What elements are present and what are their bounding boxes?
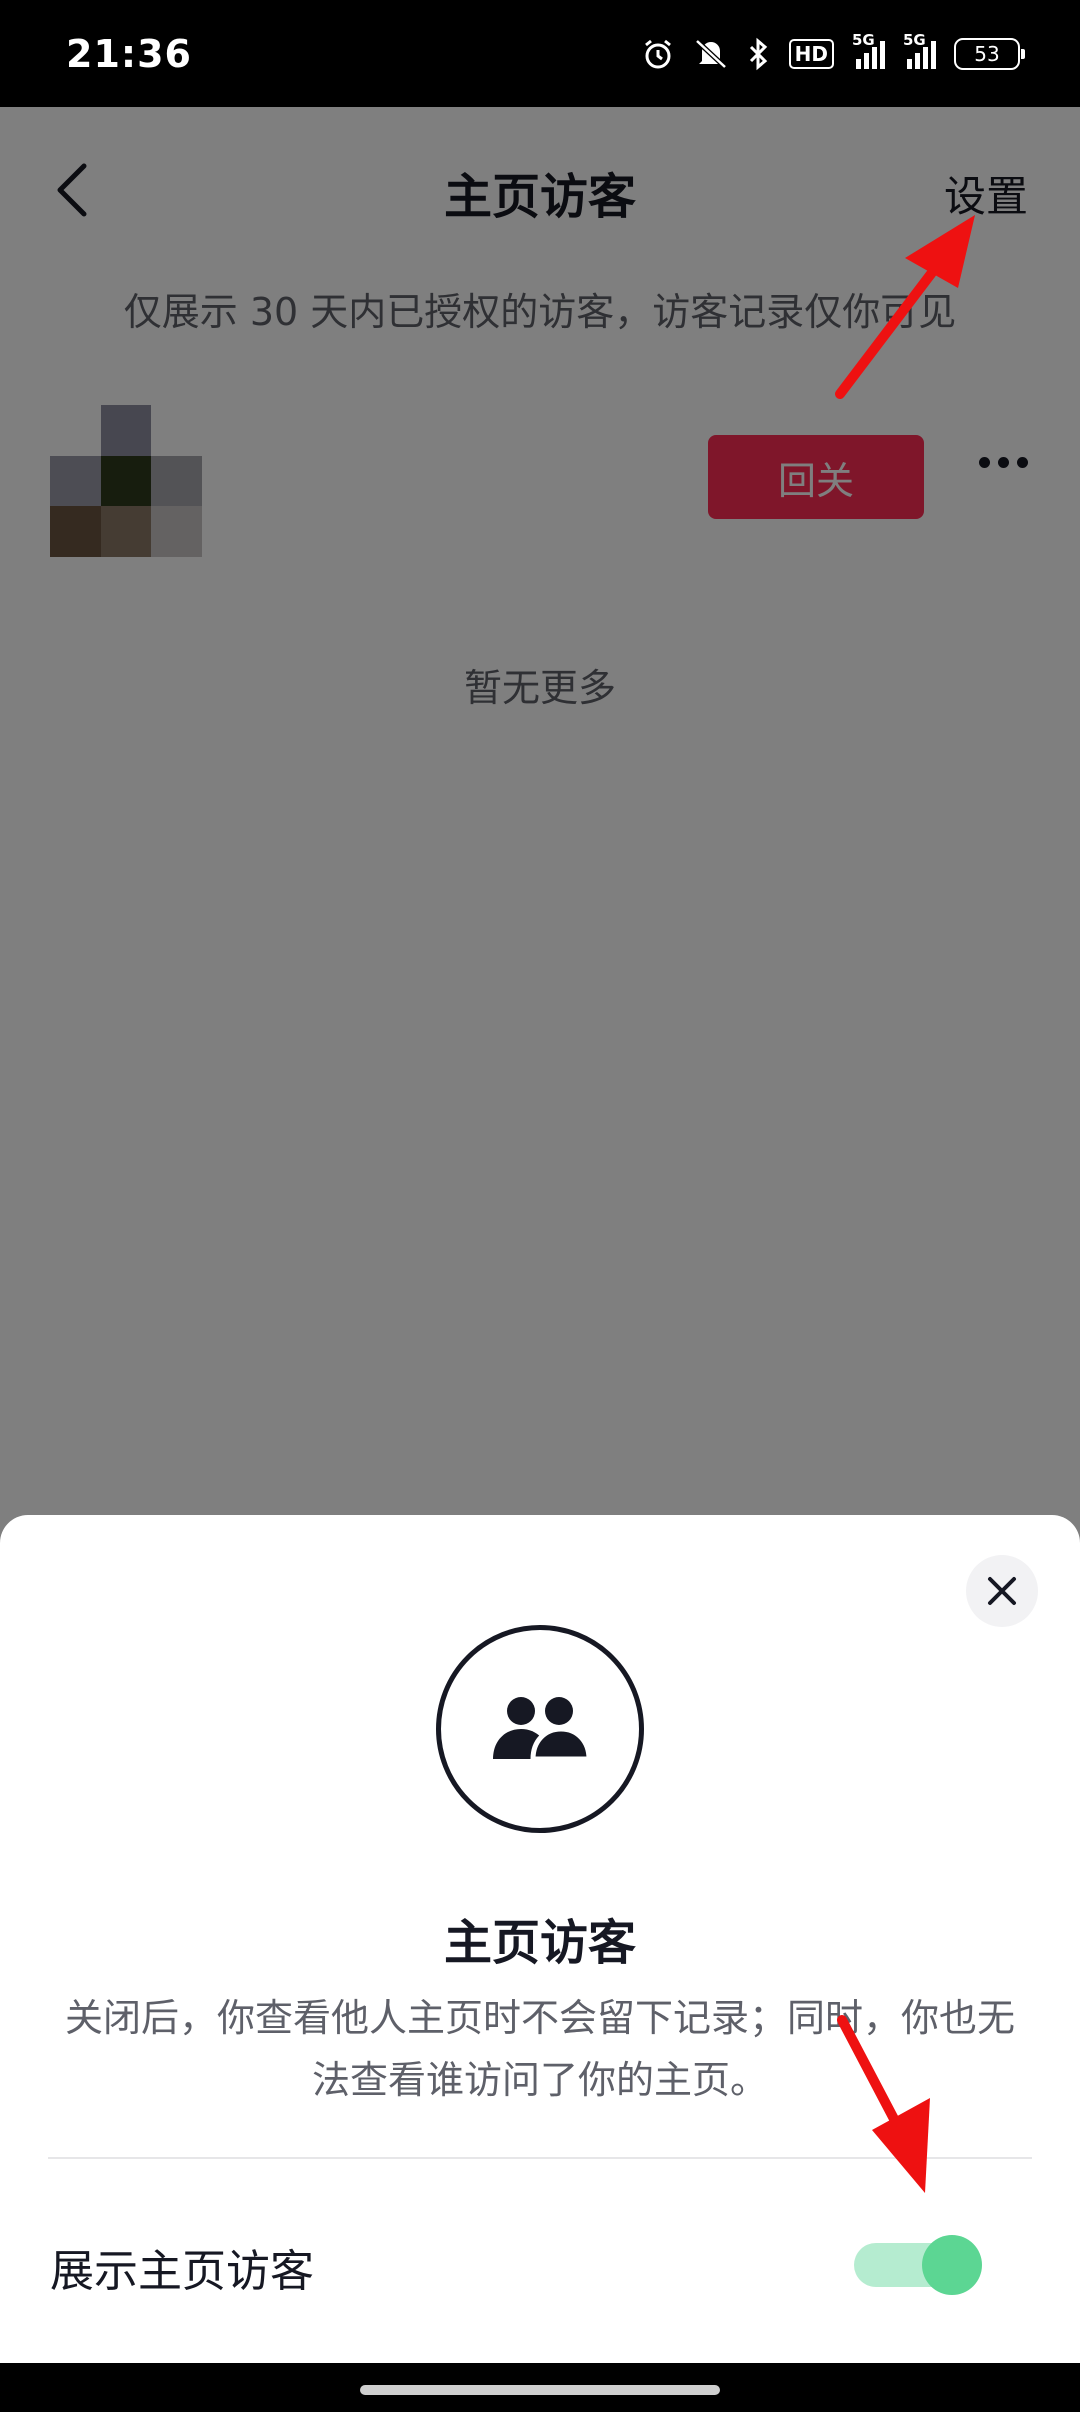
signal-5g-icon: 5G: [852, 31, 885, 69]
home-indicator[interactable]: [360, 2385, 720, 2395]
status-time: 21:36: [66, 31, 192, 76]
bluetooth-icon: [747, 37, 771, 71]
navigation-bar: [0, 2363, 1080, 2412]
show-visitors-label: 展示主页访客: [50, 2246, 314, 2297]
network-label-1: 5G: [852, 30, 875, 49]
toggle-knob: [922, 2235, 982, 2295]
users-icon: [436, 1625, 644, 1833]
close-button[interactable]: [966, 1555, 1038, 1627]
alarm-icon: [641, 37, 675, 71]
silent-icon: [693, 37, 729, 71]
divider: [48, 2157, 1032, 2159]
status-bar: 21:36 HD 5G 5G 53: [0, 0, 1080, 107]
show-visitors-toggle[interactable]: [854, 2235, 986, 2295]
sheet-description: 关闭后，你查看他人主页时不会留下记录；同时，你也无法查看谁访问了你的主页。: [64, 1996, 1015, 2102]
visitor-settings-sheet: 主页访客 关闭后，你查看他人主页时不会留下记录；同时，你也无法查看谁访问了你的主…: [0, 1515, 1080, 2363]
close-icon: [988, 1577, 1016, 1605]
signal-5g-icon: 5G: [903, 31, 936, 69]
status-icons: HD 5G 5G 53: [641, 31, 1025, 71]
sheet-title: 主页访客: [443, 1915, 636, 1971]
screen: 21:36 HD 5G 5G 53 主页访客 关闭后，你查看他人主页时不会留下记…: [0, 0, 1080, 2412]
hd-icon: HD: [788, 38, 834, 69]
battery-level: 53: [974, 41, 1000, 66]
network-label-2: 5G: [903, 30, 926, 49]
battery-icon: 53: [954, 37, 1025, 70]
